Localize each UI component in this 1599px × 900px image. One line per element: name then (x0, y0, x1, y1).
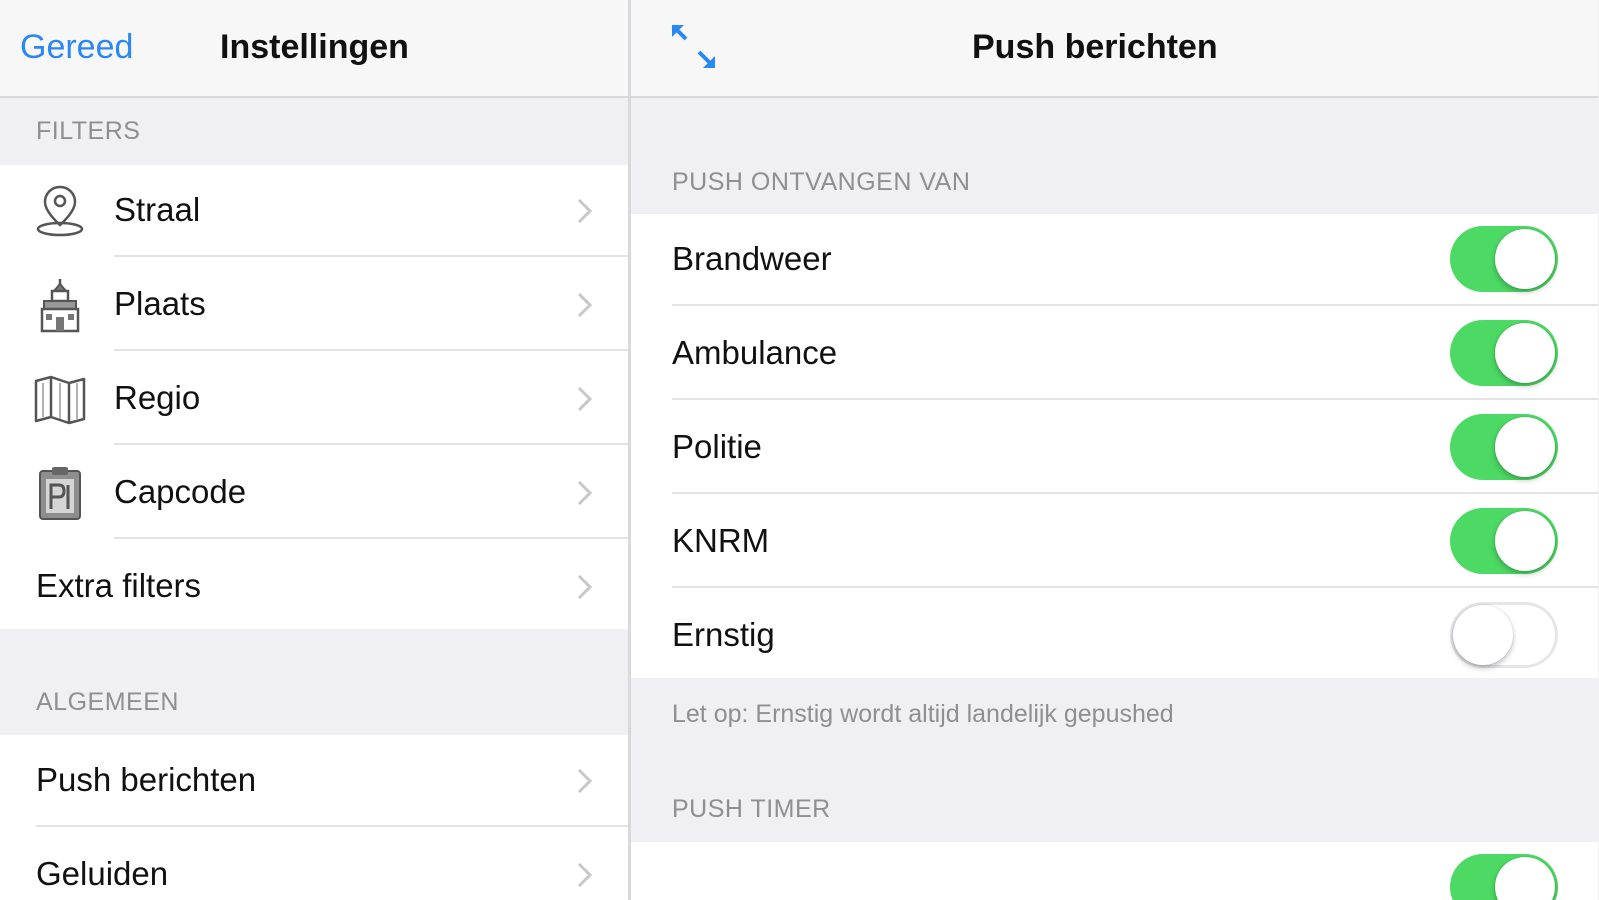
settings-master-pane: Gereed Instellingen FILTERS Straal Plaat… (0, 0, 628, 900)
push-source-label: KNRM (672, 522, 770, 559)
push-source-row-ambulance: Ambulance (631, 308, 1598, 400)
settings-item-label: Geluiden (36, 855, 169, 892)
knrm-toggle[interactable] (1450, 508, 1558, 574)
politie-toggle[interactable] (1450, 414, 1558, 480)
folded-map-icon (34, 375, 86, 425)
toggle-knob (1495, 857, 1555, 900)
settings-item-geluiden[interactable]: Geluiden (0, 829, 628, 900)
ambulance-toggle[interactable] (1450, 320, 1558, 386)
filters-section-header: FILTERS (36, 117, 141, 145)
push-timer-section-header: PUSH TIMER (672, 795, 831, 823)
done-button[interactable]: Gereed (20, 28, 133, 67)
row-separator (672, 398, 1598, 400)
push-timer-toggle[interactable] (1450, 854, 1558, 900)
settings-item-push-berichten[interactable]: Push berichten (0, 735, 628, 827)
general-section-header: ALGEMEEN (36, 688, 179, 716)
row-separator (114, 443, 628, 445)
chevron-right-icon (577, 480, 593, 506)
settings-item-plaats[interactable]: Plaats (0, 259, 628, 351)
push-receive-section-header: PUSH ONTVANGEN VAN (672, 168, 971, 196)
row-separator (114, 349, 628, 351)
row-separator (672, 304, 1598, 306)
settings-item-label: Capcode (114, 473, 247, 510)
toggle-knob (1495, 417, 1555, 477)
ernstig-toggle[interactable] (1450, 602, 1558, 668)
settings-item-label: Regio (114, 379, 201, 416)
toggle-knob (1453, 605, 1513, 665)
chevron-right-icon (577, 386, 593, 412)
push-receive-group: Brandweer Ambulance Politie KNRM Ernstig (631, 214, 1598, 678)
push-source-label: Ernstig (672, 616, 775, 653)
push-source-row-ernstig: Ernstig (631, 590, 1598, 682)
push-source-label: Politie (672, 428, 762, 465)
toggle-knob (1495, 511, 1555, 571)
settings-item-capcode[interactable]: Capcode (0, 447, 628, 539)
push-source-row-politie: Politie (631, 402, 1598, 494)
push-timer-row (631, 842, 1598, 900)
toggle-knob (1495, 323, 1555, 383)
general-group: Push berichten Geluiden (0, 735, 628, 900)
settings-item-label: Push berichten (36, 761, 257, 798)
settings-item-label: Extra filters (36, 567, 202, 604)
settings-title: Instellingen (220, 28, 409, 66)
push-nav-bar: Push berichten (631, 0, 1598, 98)
row-separator (672, 586, 1598, 588)
chevron-right-icon (577, 862, 593, 888)
ernstig-footnote: Let op: Ernstig wordt altijd landelijk g… (672, 700, 1174, 728)
row-separator (114, 537, 628, 539)
filters-group: Straal Plaats Regio Capcode Extra filter… (0, 165, 628, 629)
push-settings-title: Push berichten (972, 28, 1218, 66)
push-timer-group (631, 842, 1598, 900)
row-separator (672, 492, 1598, 494)
row-separator (36, 825, 628, 827)
settings-item-label: Straal (114, 191, 201, 228)
chevron-right-icon (577, 574, 593, 600)
expand-arrows-icon[interactable] (669, 22, 719, 72)
chevron-right-icon (577, 768, 593, 794)
settings-nav-bar: Gereed Instellingen (0, 0, 628, 98)
chevron-right-icon (577, 292, 593, 318)
map-pin-icon (36, 185, 84, 237)
push-settings-detail-pane: Push berichten PUSH ONTVANGEN VAN Brandw… (631, 0, 1599, 900)
settings-item-straal[interactable]: Straal (0, 165, 628, 257)
brandweer-toggle[interactable] (1450, 226, 1558, 292)
push-source-row-knrm: KNRM (631, 496, 1598, 588)
settings-item-label: Plaats (114, 285, 206, 322)
toggle-knob (1495, 229, 1555, 289)
settings-item-extra-filters[interactable]: Extra filters (0, 541, 628, 633)
settings-item-regio[interactable]: Regio (0, 353, 628, 445)
town-hall-icon (40, 279, 80, 333)
chevron-right-icon (577, 198, 593, 224)
row-separator (114, 255, 628, 257)
push-source-label: Ambulance (672, 334, 838, 371)
clipboard-icon (39, 467, 81, 520)
push-source-label: Brandweer (672, 240, 832, 277)
push-source-row-brandweer: Brandweer (631, 214, 1598, 306)
